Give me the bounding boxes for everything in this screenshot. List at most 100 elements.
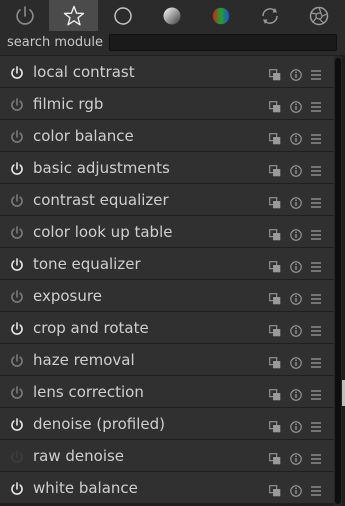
multi-instance-icon[interactable] [269, 162, 281, 181]
scrollbar-thumb[interactable] [335, 58, 341, 504]
info-icon[interactable] [290, 98, 302, 117]
presets-menu-icon[interactable] [310, 450, 322, 469]
multi-instance-icon[interactable] [269, 258, 281, 277]
module-row[interactable]: filmic rgb [0, 88, 334, 119]
info-icon[interactable] [290, 386, 302, 405]
module-row[interactable]: crop and rotate [0, 312, 334, 343]
module-row[interactable]: color balance [0, 120, 334, 151]
module-label: denoise (profiled) [33, 415, 166, 433]
power-icon[interactable] [10, 417, 24, 436]
info-icon[interactable] [290, 194, 302, 213]
power-icon[interactable] [10, 225, 24, 244]
tab-circle-outline[interactable] [98, 0, 147, 31]
module-row[interactable]: haze removal [0, 344, 334, 375]
tab-circular-arrows[interactable] [245, 0, 294, 31]
module-row[interactable]: white balance [0, 472, 334, 503]
power-icon[interactable] [10, 193, 24, 212]
tab-power[interactable] [0, 0, 49, 31]
power-icon[interactable] [10, 129, 24, 148]
info-icon[interactable] [290, 450, 302, 469]
module-row[interactable]: color look up table [0, 216, 334, 247]
tab-color-wheel[interactable] [196, 0, 245, 31]
power-icon[interactable] [10, 449, 24, 468]
power-icon[interactable] [10, 385, 24, 404]
power-icon[interactable] [10, 353, 24, 372]
search-label: search module [7, 35, 104, 50]
multi-instance-icon[interactable] [269, 66, 281, 85]
search-input[interactable] [109, 34, 337, 51]
module-label: crop and rotate [33, 319, 149, 337]
info-icon[interactable] [290, 258, 302, 277]
module-label: tone equalizer [33, 255, 141, 273]
multi-instance-icon[interactable] [269, 290, 281, 309]
multi-instance-icon[interactable] [269, 98, 281, 117]
search-bar: search module [0, 31, 345, 55]
presets-menu-icon[interactable] [310, 194, 322, 213]
presets-menu-icon[interactable] [310, 98, 322, 117]
module-label: raw denoise [33, 447, 125, 465]
tab-star[interactable] [49, 0, 98, 31]
multi-instance-icon[interactable] [269, 322, 281, 341]
module-label: basic adjustments [33, 159, 170, 177]
module-row[interactable]: tone equalizer [0, 248, 334, 279]
multi-instance-icon[interactable] [269, 482, 281, 501]
module-row[interactable]: denoise (profiled) [0, 408, 334, 439]
module-label: filmic rgb [33, 95, 104, 113]
scrollbar[interactable] [334, 56, 342, 506]
presets-menu-icon[interactable] [310, 386, 322, 405]
power-icon [14, 5, 36, 27]
module-row[interactable]: exposure [0, 280, 334, 311]
module-label: white balance [33, 479, 138, 497]
module-row[interactable]: raw denoise [0, 440, 334, 471]
info-icon[interactable] [290, 66, 302, 85]
presets-menu-icon[interactable] [310, 162, 322, 181]
multi-instance-icon[interactable] [269, 130, 281, 149]
power-icon[interactable] [10, 65, 24, 84]
info-icon[interactable] [290, 322, 302, 341]
presets-menu-icon[interactable] [310, 66, 322, 85]
presets-menu-icon[interactable] [310, 322, 322, 341]
info-icon[interactable] [290, 418, 302, 437]
presets-menu-icon[interactable] [310, 226, 322, 245]
module-group-tabs [0, 0, 345, 31]
power-icon[interactable] [10, 161, 24, 180]
power-icon[interactable] [10, 97, 24, 116]
info-icon[interactable] [290, 130, 302, 149]
module-label: exposure [33, 287, 102, 305]
module-row[interactable]: basic adjustments [0, 152, 334, 183]
module-label: color look up table [33, 223, 173, 241]
module-label: contrast equalizer [33, 191, 169, 209]
info-icon[interactable] [290, 162, 302, 181]
power-icon[interactable] [10, 257, 24, 276]
module-row[interactable]: local contrast [0, 56, 334, 87]
tab-aperture[interactable] [294, 0, 343, 31]
info-icon[interactable] [290, 290, 302, 309]
presets-menu-icon[interactable] [310, 354, 322, 373]
presets-menu-icon[interactable] [310, 258, 322, 277]
presets-menu-icon[interactable] [310, 130, 322, 149]
power-icon[interactable] [10, 289, 24, 308]
power-icon[interactable] [10, 321, 24, 340]
star-icon [63, 5, 85, 27]
info-icon[interactable] [290, 482, 302, 501]
module-label: color balance [33, 127, 134, 145]
presets-menu-icon[interactable] [310, 290, 322, 309]
multi-instance-icon[interactable] [269, 354, 281, 373]
multi-instance-icon[interactable] [269, 226, 281, 245]
multi-instance-icon[interactable] [269, 386, 281, 405]
module-row[interactable]: contrast equalizer [0, 184, 334, 215]
multi-instance-icon[interactable] [269, 194, 281, 213]
circular-arrows-icon [259, 5, 281, 27]
tab-gradient-sphere[interactable] [147, 0, 196, 31]
multi-instance-icon[interactable] [269, 418, 281, 437]
info-icon[interactable] [290, 226, 302, 245]
module-label: local contrast [33, 63, 135, 81]
multi-instance-icon[interactable] [269, 450, 281, 469]
presets-menu-icon[interactable] [310, 418, 322, 437]
presets-menu-icon[interactable] [310, 482, 322, 501]
power-icon[interactable] [10, 481, 24, 500]
info-icon[interactable] [290, 354, 302, 373]
module-list: local contrast filmic rgb color balance bas… [0, 56, 334, 506]
color-wheel-icon [210, 5, 232, 27]
module-row[interactable]: lens correction [0, 376, 334, 407]
